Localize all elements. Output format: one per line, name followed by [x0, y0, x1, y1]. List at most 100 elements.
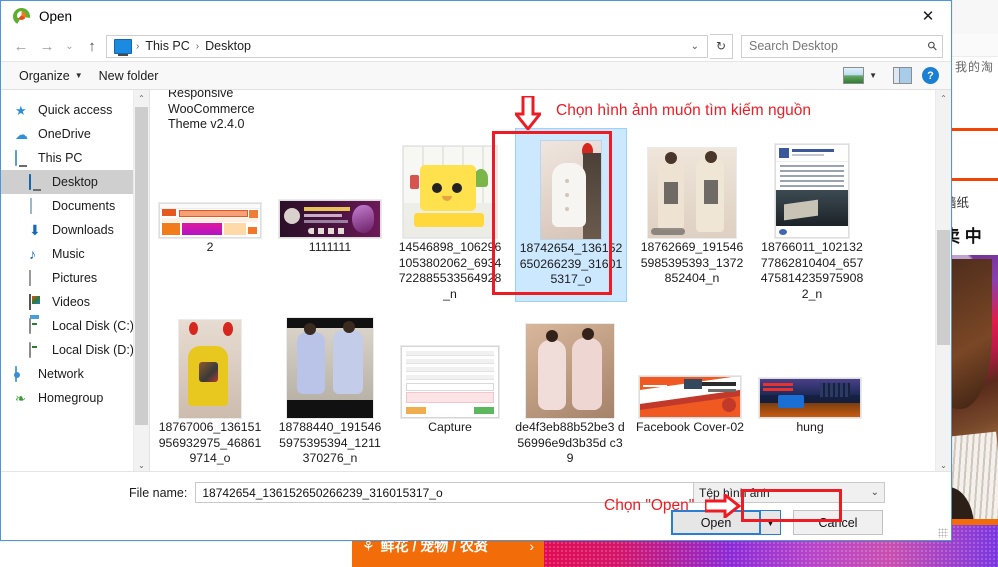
sidebar-item-label: Local Disk (C:) — [52, 319, 134, 333]
scroll-up-icon[interactable]: ⌃ — [936, 90, 951, 106]
file-item[interactable]: 18767006_136151 956932975_46861 9714_o — [155, 308, 265, 467]
close-button[interactable]: ✕ — [905, 1, 951, 31]
dialog-title: Open — [39, 8, 73, 24]
file-item[interactable]: 14546898_106296 1053802062_6934 72288553… — [395, 128, 505, 302]
address-bar[interactable]: › This PC › Desktop ⌄ — [106, 34, 708, 58]
file-item[interactable]: 2 — [155, 128, 265, 302]
videos-icon — [29, 293, 45, 310]
preview-pane-icon[interactable] — [893, 67, 912, 84]
sidebar-item-this-pc[interactable]: This PC — [1, 146, 134, 170]
chevron-down-icon: ⌄ — [870, 487, 879, 498]
star-icon: ★ — [15, 102, 27, 118]
dialog-buttons: Open ▼ Cancel — [671, 510, 883, 535]
file-name-field[interactable]: ⌄ — [195, 482, 724, 503]
file-item[interactable]: de4f3eb88b52be3 d56996e9d3b35d c39 — [515, 308, 625, 467]
file-name-label: 14546898_106296 1053802062_6934 72288553… — [398, 240, 502, 301]
change-view-button[interactable]: ▼ — [837, 64, 883, 87]
file-item[interactable]: 18762669_191546 5985395393_1372 852404_n — [637, 128, 747, 302]
document-icon — [29, 197, 45, 214]
sidebar-item-quick-access[interactable]: ★ Quick access — [1, 98, 134, 122]
file-name-label: 1111111 — [308, 240, 352, 254]
file-thumbnail — [639, 308, 741, 418]
file-item[interactable]: Facebook Cover-02 — [635, 308, 745, 467]
network-icon — [15, 365, 31, 382]
sidebar-item-pictures[interactable]: Pictures — [1, 266, 134, 290]
sidebar-scrollbar[interactable]: ⌃ ⌄ — [133, 90, 149, 473]
forward-button[interactable]: → — [35, 34, 59, 58]
music-icon: ♪ — [29, 245, 36, 262]
dialog-body: ★ Quick access ☁ OneDrive This PC Desktop Docu… — [1, 90, 951, 473]
breadcrumb-this-pc[interactable]: This PC — [143, 39, 191, 53]
open-dropdown-button[interactable]: ▼ — [761, 510, 781, 535]
organize-button[interactable]: Organize ▼ — [13, 66, 89, 86]
file-name-label: File name: — [129, 485, 188, 500]
file-thumbnail — [403, 128, 497, 238]
recent-locations-button[interactable]: ⌄ — [61, 34, 78, 58]
file-item[interactable]: 18788440_191546 5975395394_1211 370276_n — [275, 308, 385, 467]
file-thumbnail — [526, 308, 614, 418]
chevron-down-icon[interactable]: ⌄ — [687, 41, 703, 52]
sidebar-item-label: Music — [52, 247, 85, 261]
file-name-label: 18767006_136151 956932975_46861 9714_o — [158, 420, 262, 465]
open-file-dialog: Open ✕ ← → ⌄ ↑ › This PC › Desktop ⌄ ↻ ⚲… — [0, 0, 952, 541]
sidebar-item-downloads[interactable]: ⬇ Downloads — [1, 218, 134, 242]
file-type-dropdown[interactable]: Tệp hình ảnh ⌄ — [693, 482, 885, 503]
file-thumbnail — [159, 128, 261, 238]
sidebar-list: ★ Quick access ☁ OneDrive This PC Desktop Docu… — [1, 90, 134, 473]
open-button[interactable]: Open — [671, 510, 761, 535]
file-thumbnail — [759, 308, 861, 418]
chrome-icon — [13, 7, 30, 25]
sidebar-item-label: Videos — [52, 295, 90, 309]
file-item[interactable]: 1111111 — [275, 128, 385, 302]
file-list-scroll-thumb[interactable] — [937, 230, 950, 345]
sidebar-item-network[interactable]: Network — [1, 362, 134, 386]
organize-label: Organize — [19, 68, 70, 83]
file-item[interactable]: 18766011_102132 77862810404_657 47581423… — [757, 128, 867, 302]
file-thumbnail — [775, 128, 849, 238]
file-list-pane[interactable]: Responsive WooCommerce Theme v2.4.0 2 111… — [150, 90, 951, 473]
breadcrumb-desktop[interactable]: Desktop — [203, 39, 253, 53]
sidebar-item-local-disk-c[interactable]: Local Disk (C:) — [1, 314, 134, 338]
homegroup-icon: ❧ — [15, 390, 26, 406]
refresh-icon[interactable]: ↻ — [710, 33, 733, 59]
desktop-icon — [29, 173, 45, 190]
sidebar-item-desktop[interactable]: Desktop — [1, 170, 134, 194]
file-name-input[interactable] — [200, 484, 706, 501]
help-icon[interactable]: ? — [922, 67, 939, 84]
sidebar-item-homegroup[interactable]: ❧ Homegroup — [1, 386, 134, 410]
file-thumbnail — [648, 128, 736, 238]
file-grid: 2 1111111 14546898_106296 1053802062_6934 … — [150, 128, 936, 473]
file-name-label: 18766011_102132 77862810404_657 47581423… — [760, 240, 864, 301]
disk-d-icon — [29, 341, 45, 358]
new-folder-button[interactable]: New folder — [93, 66, 165, 86]
background-my-taobao-text: 我的淘 — [954, 60, 994, 74]
view-icon — [843, 67, 865, 84]
file-item[interactable]: 18742654_136152 650266239_31601 5317_o — [515, 128, 627, 302]
cancel-button[interactable]: Cancel — [793, 510, 883, 535]
clipped-file-label: Responsive WooCommerce Theme v2.4.0 — [168, 90, 255, 131]
sidebar-item-music[interactable]: ♪ Music — [1, 242, 134, 266]
search-input[interactable] — [747, 38, 929, 54]
sidebar-item-onedrive[interactable]: ☁ OneDrive — [1, 122, 134, 146]
back-button[interactable]: ← — [9, 34, 33, 58]
sidebar-item-videos[interactable]: Videos — [1, 290, 134, 314]
file-item[interactable]: hung — [755, 308, 865, 467]
up-button[interactable]: ↑ — [80, 34, 104, 58]
file-list-scrollbar[interactable]: ⌃ ⌄ — [935, 90, 951, 473]
sidebar-item-local-disk-d[interactable]: Local Disk (D:) — [1, 338, 134, 362]
resize-grip[interactable] — [938, 528, 948, 538]
sidebar-scroll-thumb[interactable] — [135, 107, 148, 425]
sidebar-item-documents[interactable]: Documents — [1, 194, 134, 218]
dialog-titlebar: Open ✕ — [1, 1, 951, 31]
breadcrumb-separator-2: › — [195, 40, 200, 52]
breadcrumb-separator-1: › — [136, 40, 140, 52]
search-box[interactable]: ⚲ — [741, 34, 943, 58]
scroll-up-icon[interactable]: ⌃ — [134, 90, 149, 106]
sidebar-item-label: Pictures — [52, 271, 98, 285]
file-name-label: 2 — [206, 240, 214, 254]
navigation-bar: ← → ⌄ ↑ › This PC › Desktop ⌄ ↻ ⚲ — [1, 31, 951, 61]
new-folder-label: New folder — [98, 68, 159, 83]
computer-icon — [15, 149, 31, 166]
file-thumbnail — [287, 308, 373, 418]
file-item[interactable]: Capture — [395, 308, 505, 467]
